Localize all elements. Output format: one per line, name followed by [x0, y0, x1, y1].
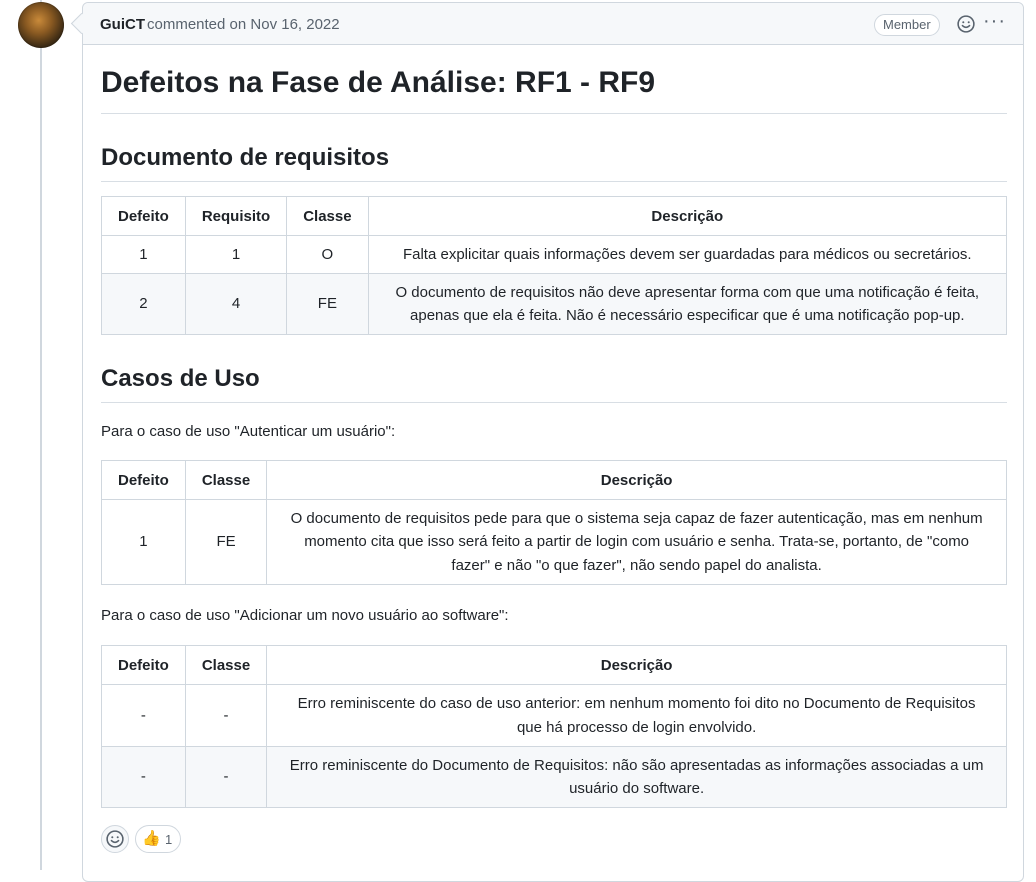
table-header: Requisito [184, 196, 288, 236]
table-cell: - [184, 746, 268, 808]
table-cell: FE [286, 273, 369, 335]
comment-timestamp[interactable]: commented on Nov 16, 2022 [147, 16, 340, 33]
table-cell: 4 [184, 273, 288, 335]
section-heading-requisitos: Documento de requisitos [101, 143, 1007, 182]
comment-author[interactable]: GuiCT [100, 16, 145, 33]
table-cell: 1 [101, 235, 186, 274]
table-cell: 1 [184, 235, 288, 274]
table-header: Classe [184, 645, 268, 685]
table-cell: O [286, 235, 369, 274]
page-title: Defeitos na Fase de Análise: RF1 - RF9 [101, 65, 1007, 114]
case-intro-autenticar: Para o caso de uso "Autenticar um usuári… [101, 423, 396, 440]
table-header: Descrição [266, 645, 1007, 685]
table-row: - - Erro reminiscente do Documento de Re… [101, 746, 1007, 808]
table-cell: 2 [101, 273, 186, 335]
comment-box: GuiCT commented on Nov 16, 2022 Member ·… [82, 2, 1024, 882]
table-header: Defeito [101, 196, 186, 236]
table-row: 1 1 O Falta explicitar quais informações… [101, 235, 1008, 274]
table-cell: O documento de requisitos pede para que … [266, 499, 1007, 585]
table-header: Descrição [367, 196, 1008, 236]
table-cell: - [101, 746, 186, 808]
case-intro-adicionar: Para o caso de uso "Adicionar um novo us… [101, 607, 509, 624]
table-row: 2 4 FE O documento de requisitos não dev… [101, 273, 1008, 335]
kebab-menu-icon[interactable]: ··· [983, 11, 1006, 31]
table-header: Classe [184, 460, 268, 500]
table-header: Descrição [266, 460, 1007, 500]
table-cell: Falta explicitar quais informações devem… [367, 235, 1008, 274]
thumbs-up-icon: 👍 [142, 830, 161, 847]
timeline-line [40, 0, 42, 870]
table-header: Defeito [101, 460, 186, 500]
table-header: Defeito [101, 645, 186, 685]
add-reaction-button[interactable] [101, 825, 129, 853]
adicionar-table: Defeito Classe Descrição - - Erro remini… [101, 645, 1007, 808]
thumbs-up-reaction-button[interactable]: 👍 1 [135, 825, 181, 853]
autenticar-table: Defeito Classe Descrição 1 FE O document… [101, 460, 1007, 585]
table-cell: O documento de requisitos não deve apres… [367, 273, 1008, 335]
smiley-icon [106, 830, 124, 848]
table-cell: Erro reminiscente do caso de uso anterio… [266, 684, 1007, 747]
table-cell: FE [184, 499, 268, 585]
table-cell: 1 [101, 499, 186, 585]
table-row: 1 FE O documento de requisitos pede para… [101, 499, 1007, 585]
requisitos-table: Defeito Requisito Classe Descrição 1 1 O… [101, 196, 1008, 335]
add-reaction-icon[interactable] [957, 15, 975, 33]
table-row: - - Erro reminiscente do caso de uso ant… [101, 684, 1007, 747]
member-badge: Member [874, 14, 940, 36]
table-cell: Erro reminiscente do Documento de Requis… [266, 746, 1007, 808]
comment-header: GuiCT commented on Nov 16, 2022 Member ·… [83, 3, 1023, 45]
reaction-count: 1 [165, 832, 173, 847]
avatar[interactable] [18, 2, 64, 48]
table-cell: - [184, 684, 268, 747]
table-header: Classe [286, 196, 369, 236]
table-cell: - [101, 684, 186, 747]
section-heading-casos-de-uso: Casos de Uso [101, 364, 1007, 403]
